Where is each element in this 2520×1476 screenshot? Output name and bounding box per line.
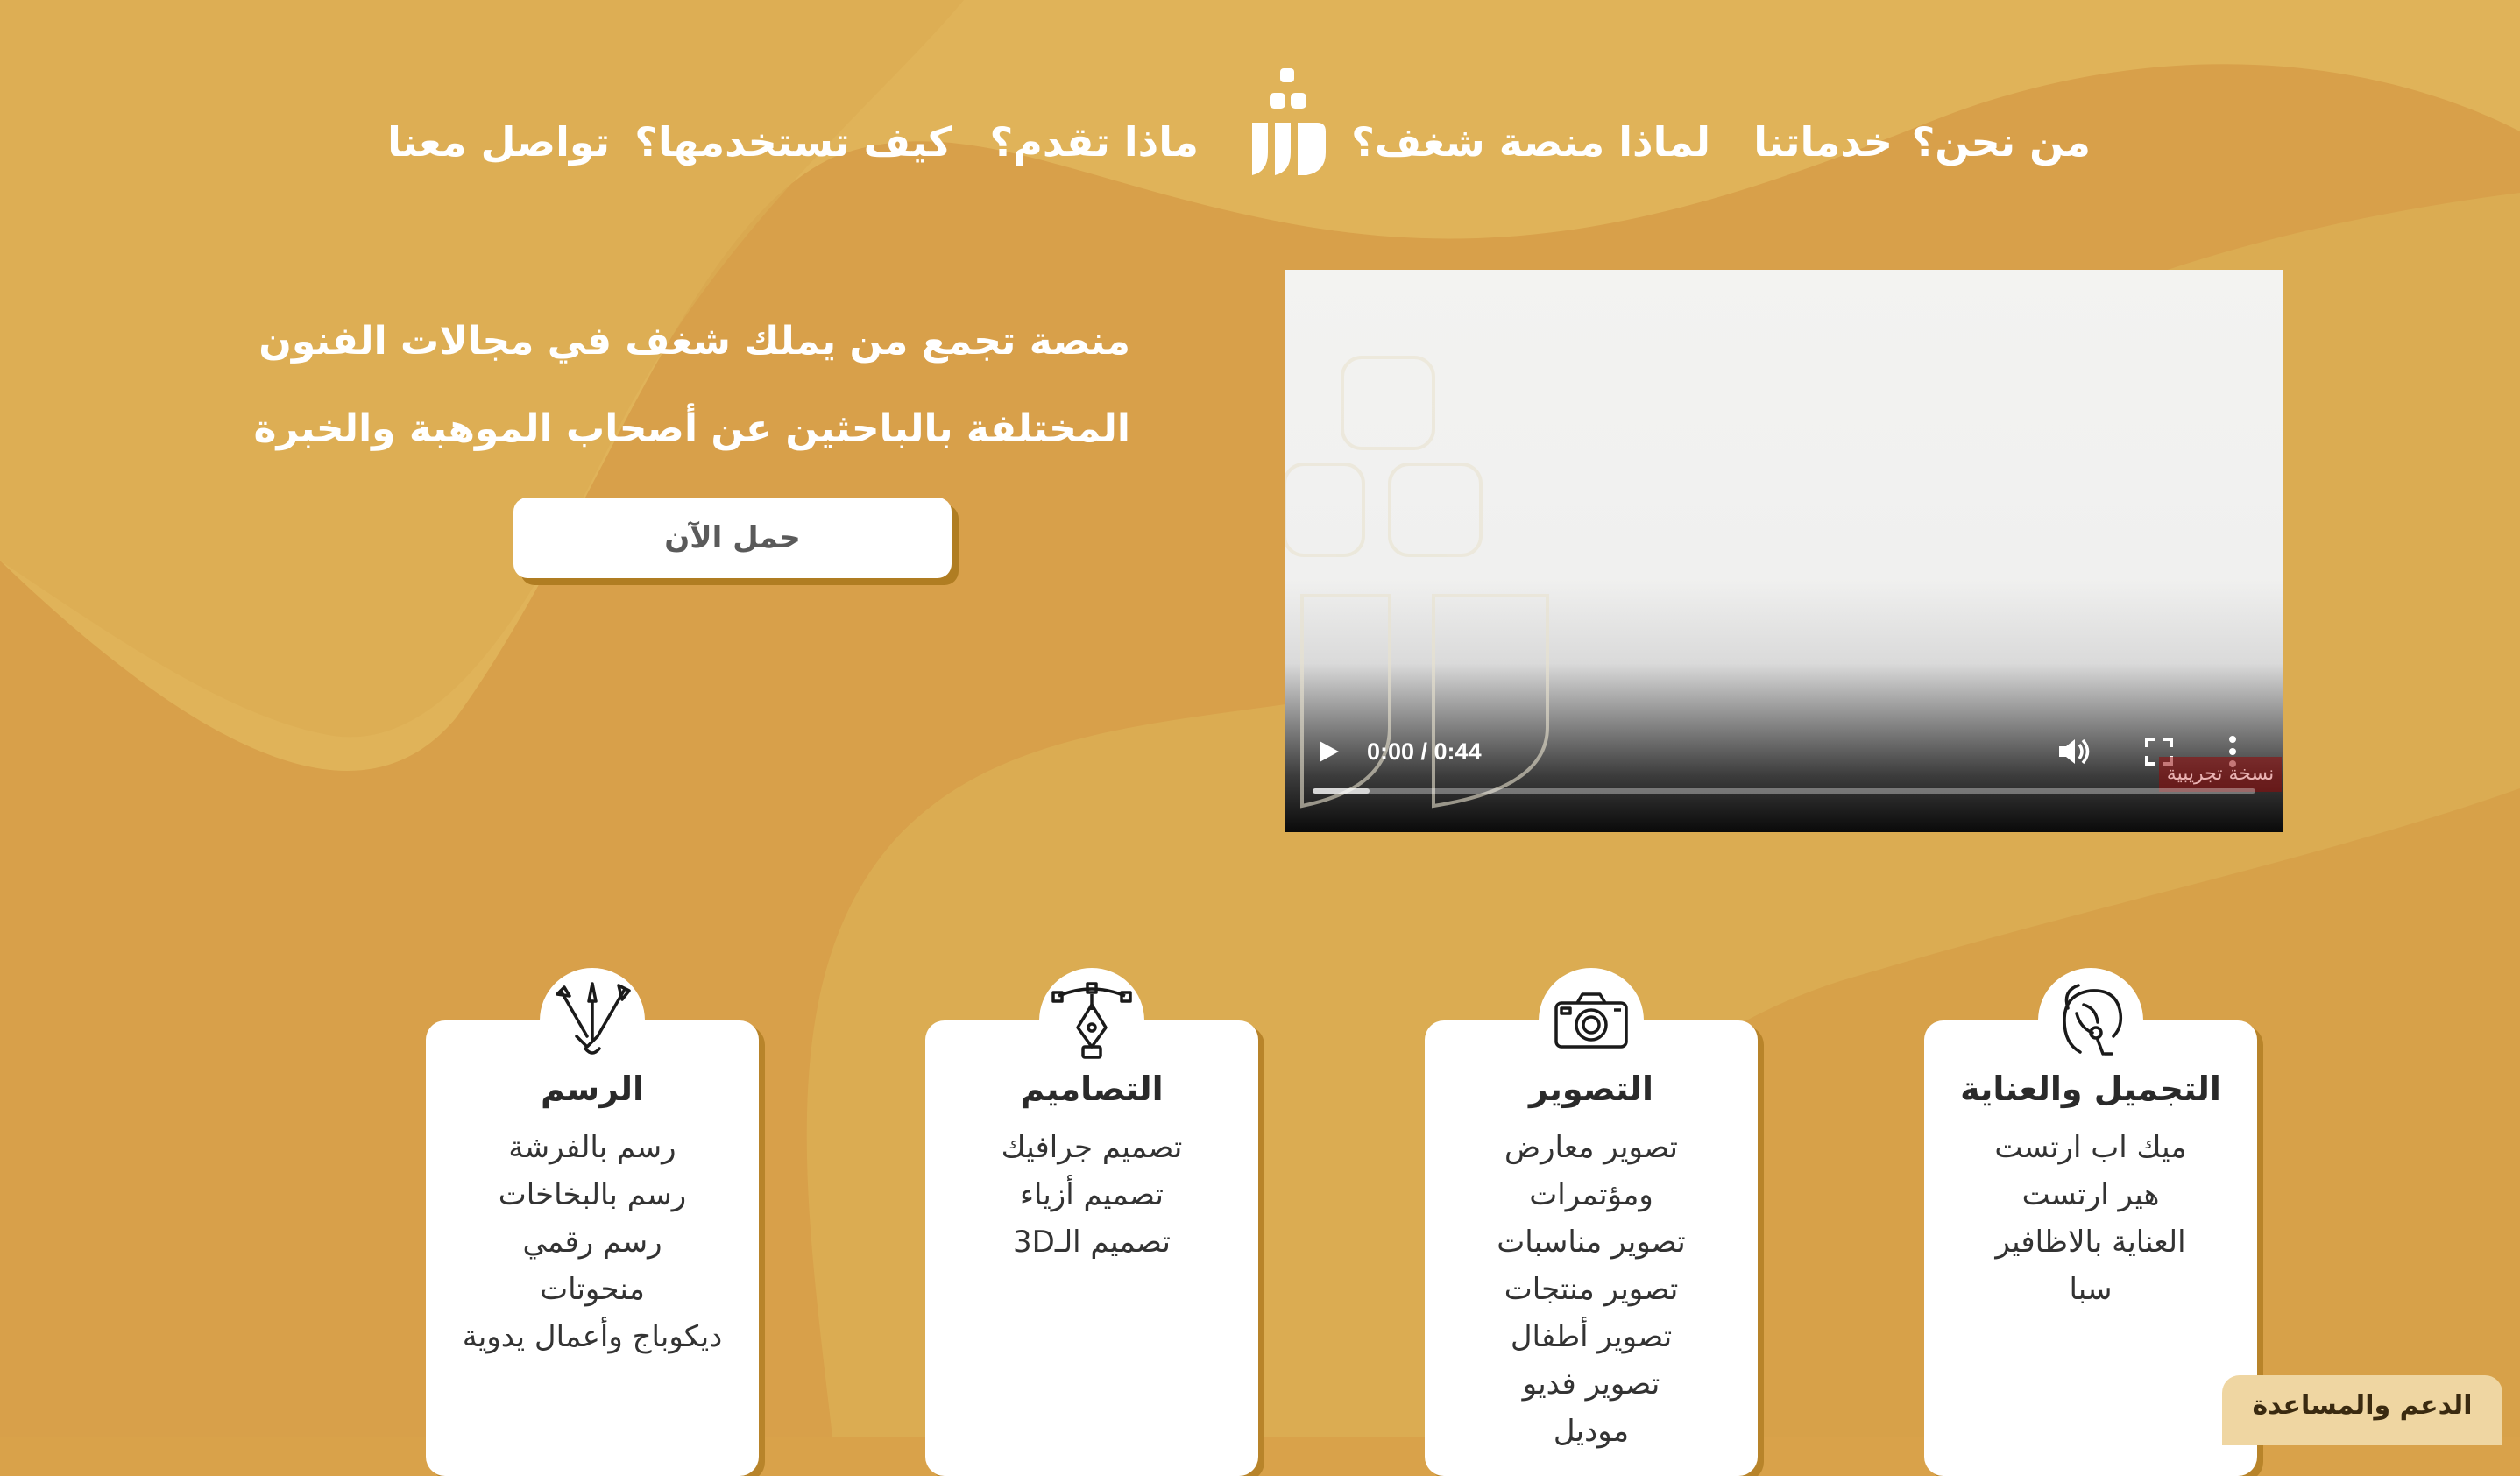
service-card-beauty[interactable]: التجميل والعناية ميك اب ارتست هير ارتست …	[1924, 968, 2257, 1476]
nav-item-about[interactable]: من نحن؟	[1912, 107, 2091, 177]
card-service-item: تصوير فديو	[1522, 1367, 1660, 1402]
play-icon[interactable]	[1311, 734, 1346, 769]
service-card-drawing[interactable]: الرسم رسم بالفرشة رسم بالبخاخات رسم رقمي…	[426, 968, 759, 1476]
hero-tagline-line-2: المختلفة بالباحثين عن أصحاب الموهبة والخ…	[253, 406, 1130, 451]
brushes-icon	[556, 982, 631, 1055]
card-service-item: هير ارتست	[2021, 1177, 2160, 1212]
beauty-icon	[2063, 984, 2123, 1056]
card-title: التصوير	[1529, 1070, 1653, 1108]
service-card-photography[interactable]: التصوير تصوير معارض ومؤتمرات تصوير مناسب…	[1425, 968, 1758, 1476]
card-service-item: ديكوباج وأعمال يدوية	[462, 1319, 723, 1354]
card-service-item: العناية بالاظافير	[1995, 1225, 2186, 1260]
nav-item-why[interactable]: لماذا منصة شغف؟	[1351, 107, 1710, 177]
card-service-list: رسم بالفرشة رسم بالبخاخات رسم رقمي منحوت…	[426, 1124, 759, 1360]
pen-tool-icon	[1051, 982, 1132, 1059]
card-icon-wrap	[1539, 968, 1644, 1073]
card-service-item: رسم بالفرشة	[508, 1130, 676, 1165]
card-service-item: رسم رقمي	[522, 1225, 662, 1260]
card-service-item: تصوير منتجات	[1504, 1272, 1679, 1307]
card-service-item: تصميم أزياء	[1020, 1177, 1164, 1212]
card-service-item: منحوتات	[540, 1272, 645, 1307]
video-buffered-fill	[1313, 788, 1370, 794]
card-service-list: تصوير معارض ومؤتمرات تصوير مناسبات تصوير…	[1425, 1124, 1758, 1455]
promo-video-player[interactable]: 0:00 / 0:44 نسخة تجريبية	[1285, 270, 2283, 832]
hero-tagline-line-1: منصة تجمع من يملك شغف في مجالات الفنون	[258, 319, 1130, 364]
card-service-item: سبا	[2069, 1272, 2113, 1307]
card-service-item: رسم بالبخاخات	[498, 1177, 687, 1212]
camera-icon	[1554, 992, 1628, 1049]
nav-item-services[interactable]: خدماتنا	[1753, 107, 1893, 177]
volume-icon[interactable]	[2054, 732, 2092, 771]
card-icon-wrap	[2038, 968, 2143, 1073]
card-service-item: تصوير معارض	[1504, 1130, 1679, 1165]
trial-version-badge: نسخة تجريبية	[2159, 757, 2282, 792]
card-title: التجميل والعناية	[1960, 1070, 2221, 1108]
card-title: الرسم	[540, 1070, 645, 1108]
video-progress-bar[interactable]	[1313, 788, 2255, 794]
nav-item-offers[interactable]: ماذا تقدم؟	[990, 107, 1200, 177]
card-service-item: ميك اب ارتست	[1994, 1130, 2187, 1165]
card-service-item: تصميم جرافيك	[1001, 1130, 1183, 1165]
download-now-button[interactable]: حمل الآن	[513, 498, 952, 578]
video-time-display: 0:00 / 0:44	[1367, 738, 1482, 765]
nav-item-how-to-use[interactable]: كيف تستخدمها؟	[634, 107, 952, 177]
card-service-list: تصميم جرافيك تصميم أزياء تصميم الـ3D	[925, 1124, 1258, 1266]
shaghaf-logo[interactable]	[1249, 61, 1327, 182]
card-service-item: تصوير أطفال	[1510, 1319, 1673, 1354]
support-help-button[interactable]: الدعم والمساعدة	[2222, 1375, 2502, 1445]
card-service-item: تصميم الـ3D	[1013, 1225, 1171, 1260]
card-service-item: تصوير مناسبات	[1497, 1225, 1686, 1260]
nav-item-contact[interactable]: تواصل معنا	[387, 107, 610, 177]
card-icon-wrap	[1039, 968, 1144, 1073]
main-nav: من نحن؟ خدماتنا لماذا منصة شغف؟ ماذا تقد…	[0, 61, 2520, 228]
service-card-design[interactable]: التصاميم تصميم جرافيك تصميم أزياء تصميم …	[925, 968, 1258, 1476]
card-service-item: ومؤتمرات	[1529, 1177, 1653, 1212]
card-title: التصاميم	[1020, 1070, 1164, 1108]
card-service-item: موديل	[1553, 1414, 1630, 1449]
card-icon-wrap	[540, 968, 645, 1073]
card-service-list: ميك اب ارتست هير ارتست العناية بالاظافير…	[1924, 1124, 2257, 1313]
